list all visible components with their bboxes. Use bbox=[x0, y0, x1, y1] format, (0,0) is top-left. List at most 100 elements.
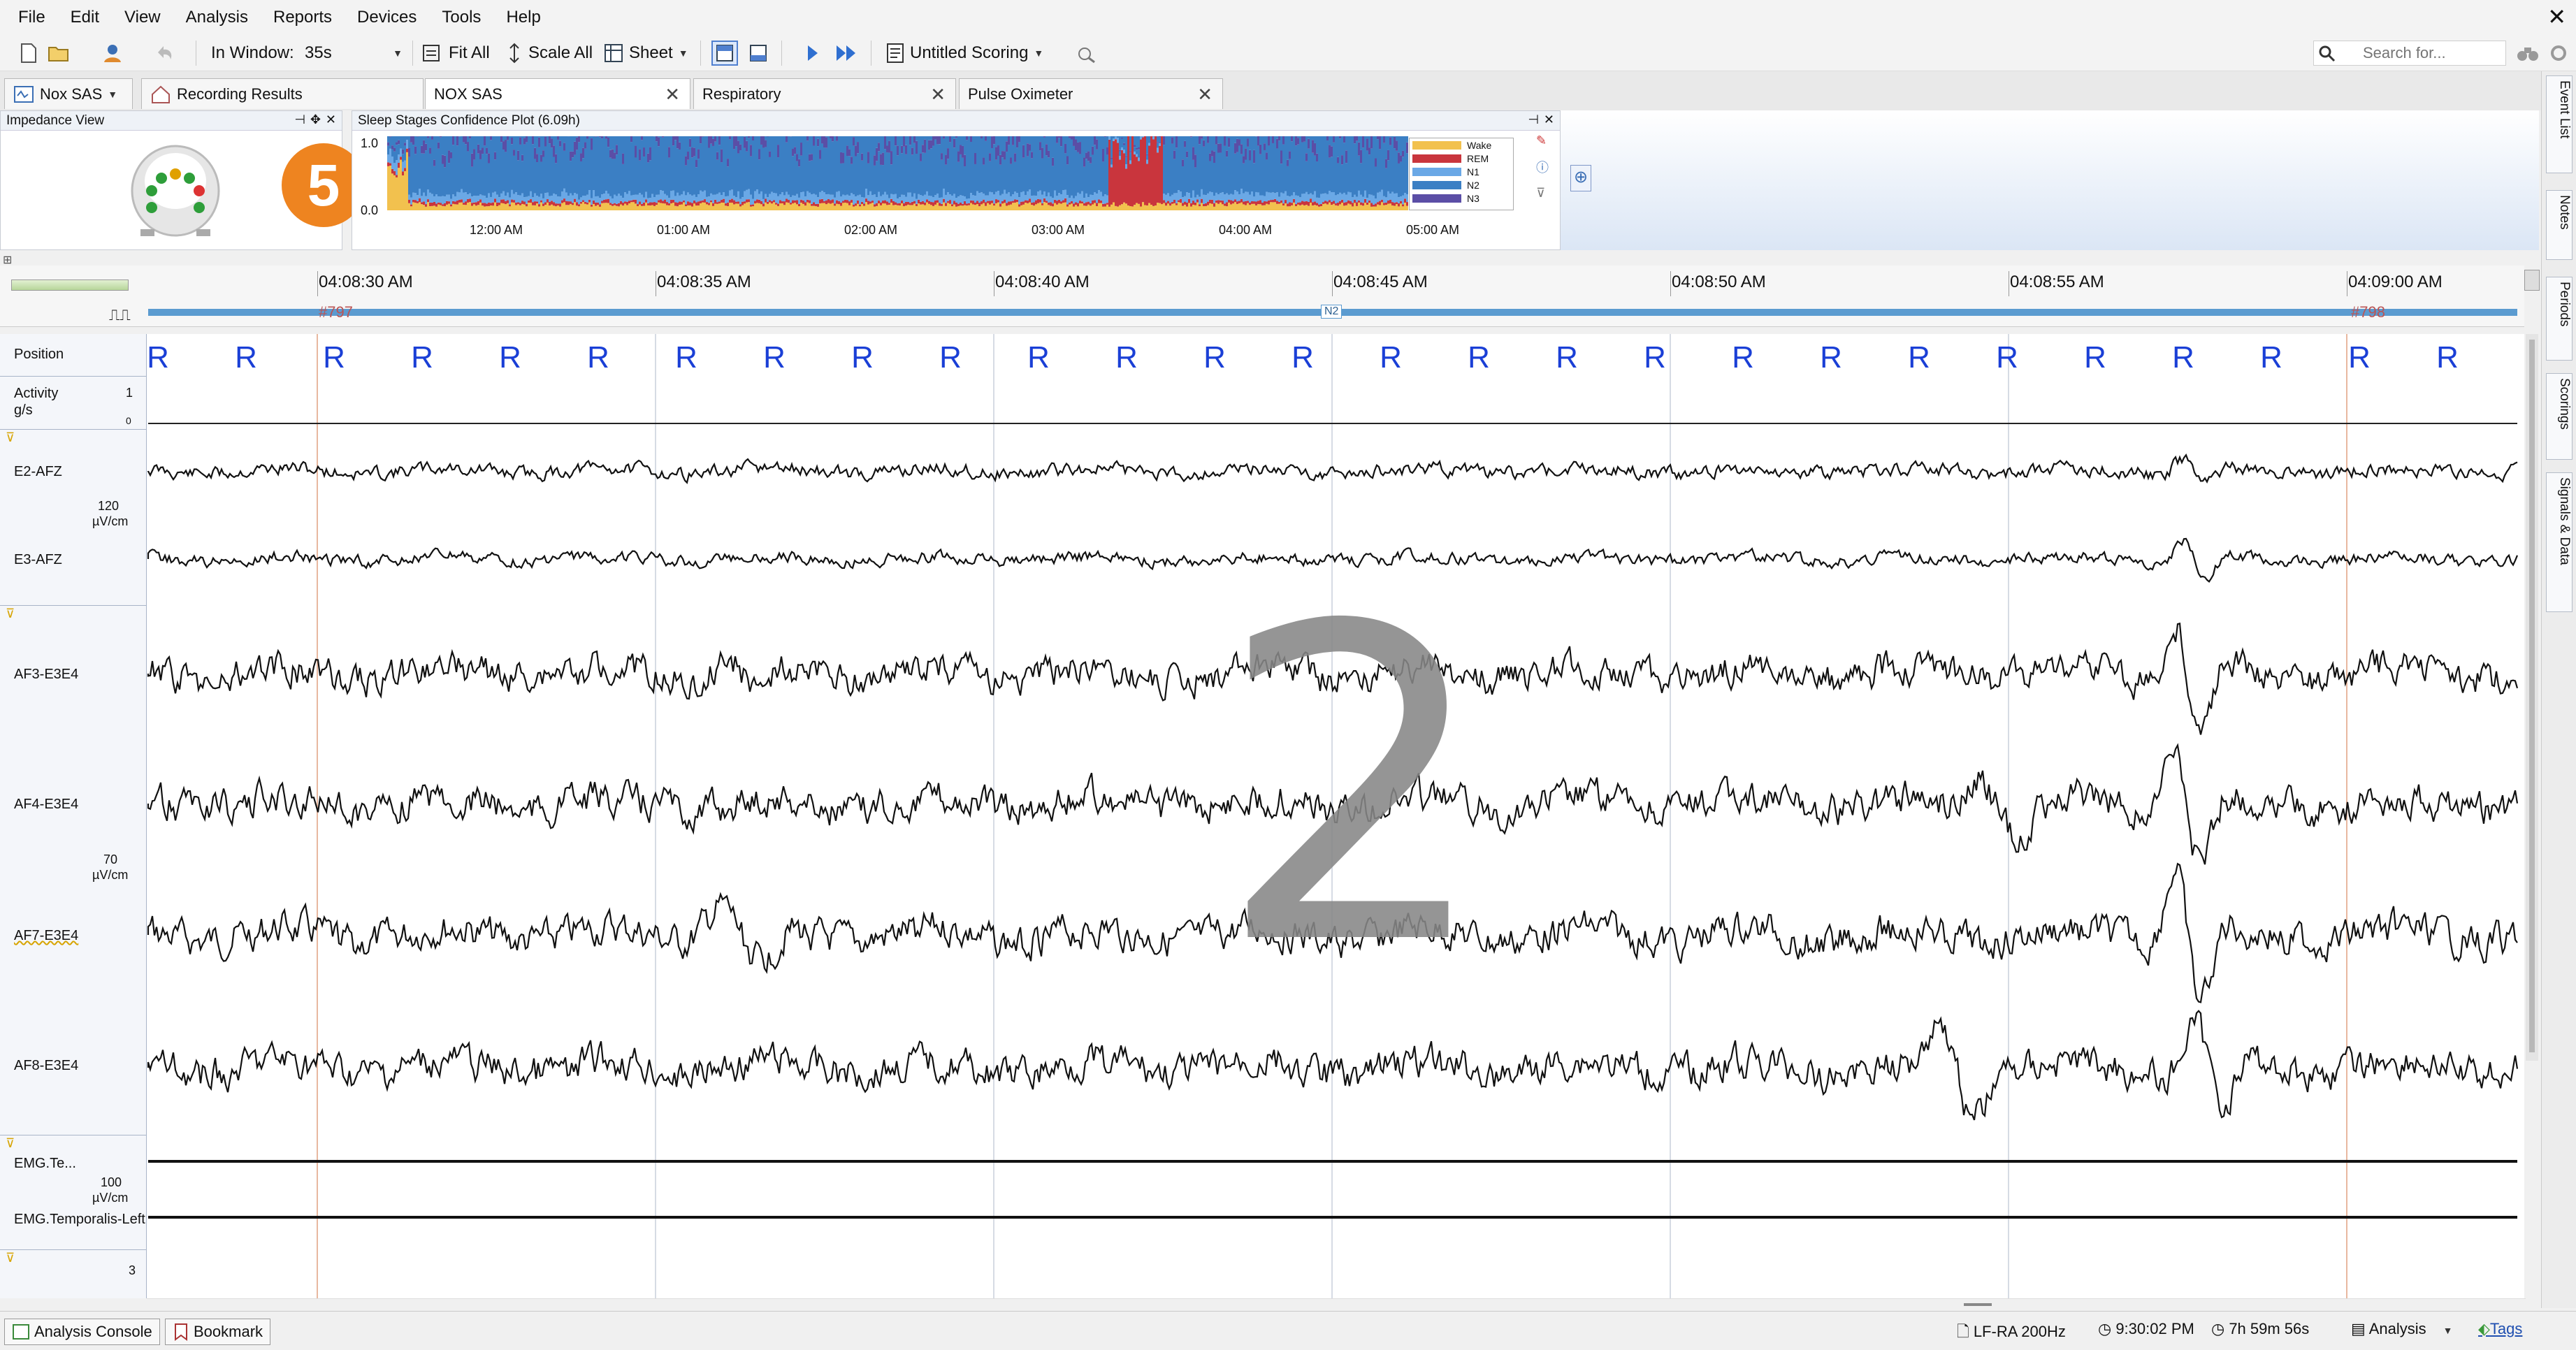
search-box[interactable] bbox=[2313, 41, 2506, 66]
confidence-bar bbox=[1324, 136, 1326, 194]
close-icon[interactable]: ✕ bbox=[1544, 112, 1554, 127]
binoculars-icon[interactable] bbox=[2516, 41, 2540, 66]
signal-display[interactable]: RRRRRRRRRRRRRRRRRRRRRRRRRRR 2 bbox=[0, 334, 2524, 1298]
confidence-bar bbox=[536, 162, 538, 196]
close-icon[interactable]: ✕ bbox=[326, 112, 336, 127]
confidence-bar bbox=[1182, 197, 1184, 203]
scoring-dropdown[interactable]: Untitled Scoring ▼ bbox=[885, 41, 1043, 66]
device-label: Nox SAS bbox=[40, 85, 103, 103]
mode-dropdown[interactable]: ▤ Analysis ▼ bbox=[2351, 1320, 2452, 1338]
menu-view[interactable]: View bbox=[112, 0, 173, 35]
dock-tab-event-list[interactable]: Event List bbox=[2546, 75, 2573, 173]
stage-marker[interactable]: N2 bbox=[1321, 305, 1343, 319]
undo-icon[interactable] bbox=[155, 41, 176, 66]
scale-all-button[interactable]: Scale All bbox=[505, 41, 593, 66]
dock-tab-signals-data[interactable]: Signals & Data bbox=[2546, 472, 2573, 612]
close-icon[interactable]: ✕ bbox=[665, 84, 680, 106]
menu-tools[interactable]: Tools bbox=[429, 0, 493, 35]
confidence-bar bbox=[1083, 166, 1085, 198]
horizontal-scrollbar[interactable] bbox=[147, 1298, 2526, 1311]
channel-label[interactable]: E2-AFZ bbox=[14, 464, 62, 480]
menu-edit[interactable]: Edit bbox=[58, 0, 112, 35]
confidence-bar bbox=[559, 196, 561, 204]
confidence-bar bbox=[1230, 200, 1232, 205]
channel-label[interactable]: AF3-E3E4 bbox=[14, 667, 78, 683]
channel-label[interactable]: AF8-E3E4 bbox=[14, 1058, 78, 1074]
filter-icon[interactable]: ⊽ bbox=[6, 1136, 15, 1151]
confidence-bar bbox=[815, 194, 817, 204]
tags-link[interactable]: ⬖Tags bbox=[2478, 1320, 2522, 1338]
edit-icon[interactable]: ✎ bbox=[1536, 133, 1556, 148]
position-marker: R bbox=[2084, 340, 2106, 375]
fast-forward-button[interactable] bbox=[834, 41, 860, 66]
filter-icon[interactable]: ⊽ bbox=[6, 607, 15, 621]
filter-icon[interactable]: ⊽ bbox=[1536, 186, 1556, 201]
bookmark-button[interactable]: Bookmark bbox=[165, 1319, 271, 1345]
layout-top-button[interactable] bbox=[711, 41, 738, 66]
confidence-bar bbox=[1396, 150, 1398, 194]
timeline-ruler[interactable]: 04:08:30 AM 04:08:35 AM 04:08:40 AM 04:08:4… bbox=[0, 266, 2540, 327]
pin-icon[interactable]: ⊣ bbox=[1528, 112, 1539, 127]
confidence-bar bbox=[547, 192, 549, 200]
dock-tab-periods[interactable]: Periods bbox=[2546, 277, 2573, 361]
info-icon[interactable]: ⓘ bbox=[1536, 158, 1556, 176]
confidence-bar bbox=[1048, 205, 1050, 210]
device-selector[interactable]: Nox SAS ▼ bbox=[4, 78, 133, 109]
tab-respiratory[interactable]: Respiratory ✕ bbox=[693, 78, 956, 109]
fit-all-button[interactable]: Fit All bbox=[422, 41, 490, 66]
marker-tool-icon[interactable] bbox=[1075, 41, 1097, 66]
sheet-dropdown[interactable]: Sheet ▼ bbox=[604, 41, 688, 66]
confidence-bar bbox=[1264, 143, 1266, 150]
channel-label[interactable]: EMG.Te... bbox=[14, 1156, 76, 1172]
scroll-end-handle[interactable] bbox=[2524, 270, 2540, 291]
close-icon[interactable]: ✕ bbox=[1197, 84, 1213, 106]
menu-file[interactable]: File bbox=[0, 0, 58, 35]
settings-icon[interactable] bbox=[2547, 41, 2570, 66]
menu-reports[interactable]: Reports bbox=[261, 0, 345, 35]
dock-tab-scorings[interactable]: Scorings bbox=[2546, 373, 2573, 460]
menu-devices[interactable]: Devices bbox=[345, 0, 429, 35]
confidence-bar bbox=[758, 194, 760, 200]
vertical-scrollbar[interactable] bbox=[2526, 334, 2538, 1061]
close-window-icon[interactable]: ✕ bbox=[2547, 3, 2566, 31]
tab-recording-results[interactable]: Recording Results bbox=[141, 78, 424, 109]
patient-icon[interactable] bbox=[102, 41, 123, 66]
confidence-bar bbox=[897, 198, 899, 204]
filter-icon[interactable]: ⊽ bbox=[6, 1251, 15, 1265]
overview-slider[interactable] bbox=[11, 280, 129, 291]
menu-analysis[interactable]: Analysis bbox=[173, 0, 261, 35]
pin-icon[interactable]: ⊣ bbox=[294, 112, 305, 127]
channel-label[interactable]: AF4-E3E4 bbox=[14, 797, 78, 813]
in-window-select[interactable]: 35s ▼ bbox=[305, 41, 403, 66]
confidence-bar bbox=[1102, 196, 1104, 204]
channel-label[interactable]: EMG.Temporalis-Left bbox=[14, 1212, 145, 1228]
confidence-bar bbox=[1077, 192, 1079, 203]
analysis-console-button[interactable]: Analysis Console bbox=[4, 1319, 160, 1345]
menu-help[interactable]: Help bbox=[493, 0, 553, 35]
move-icon[interactable]: ✥ bbox=[310, 112, 321, 127]
channel-label[interactable]: AF7-E3E4 bbox=[14, 928, 78, 944]
new-file-icon[interactable] bbox=[20, 41, 38, 66]
confidence-bar bbox=[838, 204, 840, 210]
expand-icon[interactable]: ⊞ bbox=[3, 253, 12, 267]
scrollbar-thumb[interactable] bbox=[2529, 340, 2535, 1052]
play-button[interactable] bbox=[804, 41, 820, 66]
tab-nox-sas[interactable]: NOX SAS ✕ bbox=[425, 78, 690, 109]
confidence-bar bbox=[521, 203, 523, 210]
tab-pulse-oximeter[interactable]: Pulse Oximeter ✕ bbox=[959, 78, 1223, 109]
search-input[interactable] bbox=[2363, 44, 2489, 62]
confidence-bar bbox=[876, 161, 878, 198]
scrollbar-grip[interactable] bbox=[1964, 1303, 1992, 1306]
confidence-bar bbox=[947, 148, 949, 159]
filter-icon[interactable]: ⊽ bbox=[6, 430, 15, 445]
dock-tab-notes[interactable]: Notes bbox=[2546, 190, 2573, 260]
confidence-bar bbox=[630, 136, 632, 143]
add-panel-button[interactable]: ⊕ bbox=[1570, 165, 1591, 191]
confidence-bar bbox=[710, 200, 712, 203]
confidence-bar bbox=[1062, 136, 1064, 190]
confidence-bar bbox=[475, 196, 477, 203]
layout-bottom-button[interactable] bbox=[745, 41, 772, 66]
channel-label[interactable]: E3-AFZ bbox=[14, 552, 62, 568]
close-icon[interactable]: ✕ bbox=[930, 84, 946, 106]
open-folder-icon[interactable] bbox=[48, 41, 71, 66]
